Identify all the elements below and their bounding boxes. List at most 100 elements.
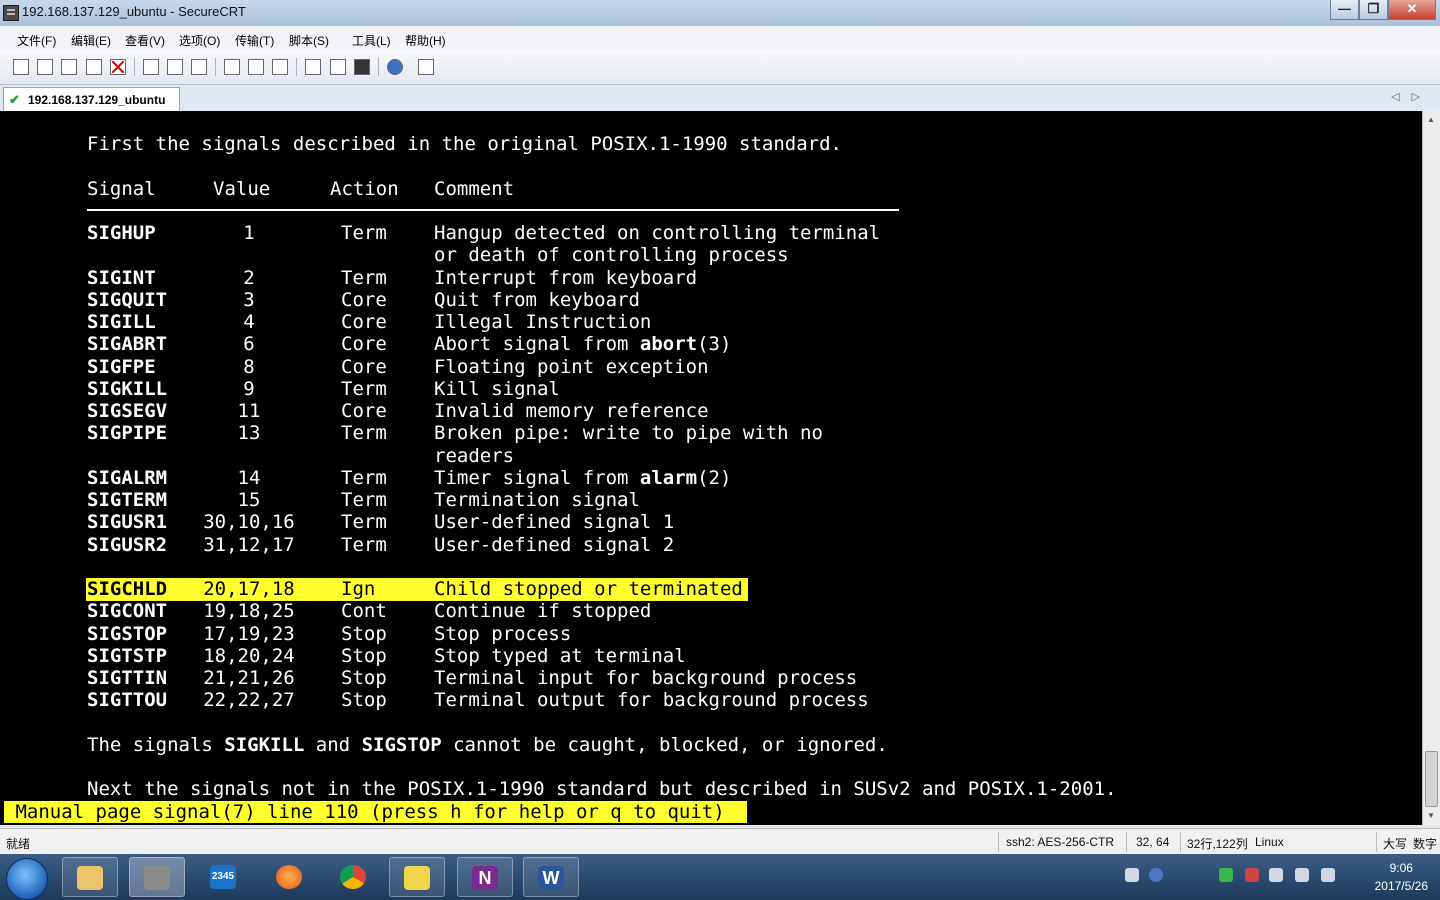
- status-ready: 就绪: [6, 837, 31, 851]
- cell-signal: SIGTSTP: [87, 645, 168, 667]
- cell-comment: User-defined signal 1: [434, 511, 675, 533]
- security-icon[interactable]: [1245, 868, 1259, 882]
- clock-date: 2017/5/26: [1374, 879, 1428, 893]
- word-taskbar-button[interactable]: W: [523, 857, 579, 897]
- cell-comment: Continue if stopped: [434, 600, 652, 622]
- session-options-icon[interactable]: [305, 59, 321, 75]
- cell-value: 3: [243, 289, 255, 311]
- cell-comment: Hangup detected on controlling terminal: [434, 222, 881, 244]
- cell-value: 14: [237, 467, 261, 489]
- cell-action: Term: [341, 534, 387, 556]
- quick-connect-icon[interactable]: [37, 59, 53, 75]
- cell-value: 2: [243, 267, 255, 289]
- minimize-button[interactable]: —: [1330, 0, 1359, 20]
- cell-action: Term: [341, 378, 387, 400]
- cell-action: Term: [341, 467, 387, 489]
- status-os: Linux: [1255, 835, 1284, 849]
- network-icon[interactable]: [1295, 868, 1309, 882]
- cell-action: Core: [341, 289, 387, 311]
- title-bar: 192.168.137.129_ubuntu - SecureCRT — ❐ ✕: [0, 0, 1440, 26]
- cell-comment: Invalid memory reference: [434, 400, 709, 422]
- app-2345-icon: 2345: [210, 865, 236, 889]
- cell-action: Stop: [341, 689, 387, 711]
- securecrt-taskbar-button[interactable]: [129, 857, 185, 897]
- close-button[interactable]: ✕: [1388, 0, 1436, 20]
- connect-in-tab-icon[interactable]: [61, 59, 77, 75]
- chrome-icon: [340, 865, 366, 889]
- help-tray-icon[interactable]: [1149, 868, 1163, 882]
- cell-value: 17,19,23: [203, 623, 295, 645]
- cell-value: 13: [237, 422, 261, 444]
- usb-device-icon[interactable]: [1269, 868, 1283, 882]
- windows-taskbar: 2345 N W 9:06 2017/5/26: [0, 854, 1440, 900]
- menu-script[interactable]: 脚本(S): [289, 32, 329, 49]
- print-setup-icon[interactable]: [224, 59, 240, 75]
- cell-signal: SIGCHLD: [87, 578, 168, 600]
- securecrt-app-icon[interactable]: [3, 5, 19, 21]
- sftp-icon[interactable]: [418, 59, 434, 75]
- cell-action: Term: [341, 267, 387, 289]
- cell-action: Core: [341, 311, 387, 333]
- cell-signal: SIGALRM: [87, 467, 168, 489]
- cell-comment: Terminal input for background process: [434, 667, 858, 689]
- tab-label: 192.168.137.129_ubuntu: [28, 93, 166, 107]
- menu-help[interactable]: 帮助(H): [405, 32, 446, 49]
- cell-action: Stop: [341, 645, 387, 667]
- cell-action: Stop: [341, 667, 387, 689]
- terminal-scrollbar[interactable]: ▲ ▼: [1422, 111, 1440, 825]
- cell-comment: Illegal Instruction: [434, 311, 652, 333]
- connect-icon[interactable]: [13, 59, 29, 75]
- onenote-taskbar-button[interactable]: N: [457, 857, 513, 897]
- help-icon[interactable]: [387, 59, 403, 75]
- print-selection-icon[interactable]: [248, 59, 264, 75]
- paste-icon[interactable]: [167, 59, 183, 75]
- disconnect-icon[interactable]: [110, 59, 126, 75]
- cell-signal: SIGSTOP: [87, 623, 168, 645]
- cell-signal: SIGABRT: [87, 333, 168, 355]
- menu-options[interactable]: 选项(O): [179, 32, 220, 49]
- copy-icon[interactable]: [143, 59, 159, 75]
- cell-value: 11: [237, 400, 261, 422]
- keyboard-icon[interactable]: [1125, 868, 1139, 882]
- menu-file[interactable]: 文件(F): [17, 32, 56, 49]
- volume-icon[interactable]: [1321, 868, 1335, 882]
- cell-action: Stop: [341, 623, 387, 645]
- explorer-taskbar-button[interactable]: [62, 857, 118, 897]
- cell-signal: SIGFPE: [87, 356, 156, 378]
- menu-edit[interactable]: 编辑(E): [71, 32, 111, 49]
- reconnect-icon[interactable]: [86, 59, 102, 75]
- system-clock[interactable]: 9:06 2017/5/26: [1375, 859, 1428, 895]
- status-separator: [998, 832, 999, 852]
- chrome-taskbar-button[interactable]: [326, 857, 382, 897]
- cell-value: 20,17,18: [203, 578, 295, 600]
- keymap-icon[interactable]: [354, 59, 370, 75]
- tab-scroll-arrows-icon[interactable]: ◁▷: [1391, 90, 1432, 103]
- menu-view[interactable]: 查看(V): [125, 32, 165, 49]
- update-icon[interactable]: [1219, 868, 1233, 882]
- global-options-icon[interactable]: [330, 59, 346, 75]
- cell-action: Cont: [341, 600, 387, 622]
- notepad-taskbar-button[interactable]: [389, 857, 445, 897]
- tab-session-ubuntu[interactable]: ✔ 192.168.137.129_ubuntu: [3, 87, 180, 111]
- cell-value: 15: [237, 489, 261, 511]
- toolbar-separator: [296, 58, 297, 76]
- start-button[interactable]: [6, 858, 48, 900]
- terminal-screen[interactable]: First the signals described in the origi…: [0, 111, 1422, 825]
- menu-tools[interactable]: 工具(L): [352, 32, 391, 49]
- scroll-down-icon[interactable]: ▼: [1427, 811, 1435, 820]
- cell-signal: SIGTTIN: [87, 667, 168, 689]
- cell-comment: readers: [434, 445, 515, 467]
- cell-signal: SIGILL: [87, 311, 156, 333]
- scroll-up-icon[interactable]: ▲: [1427, 115, 1435, 124]
- show-hidden-icons-icon[interactable]: [1175, 868, 1189, 882]
- maximize-button[interactable]: ❐: [1359, 0, 1388, 20]
- menu-transfer[interactable]: 传输(T): [235, 32, 274, 49]
- scrollbar-thumb[interactable]: [1425, 751, 1438, 807]
- app-2345-taskbar-button[interactable]: 2345: [196, 857, 252, 897]
- print-icon[interactable]: [272, 59, 288, 75]
- firefox-taskbar-button[interactable]: [262, 857, 318, 897]
- toolbar: [0, 50, 1440, 85]
- find-icon[interactable]: [191, 59, 207, 75]
- cell-value: 8: [243, 356, 255, 378]
- cell-action: Term: [341, 222, 387, 244]
